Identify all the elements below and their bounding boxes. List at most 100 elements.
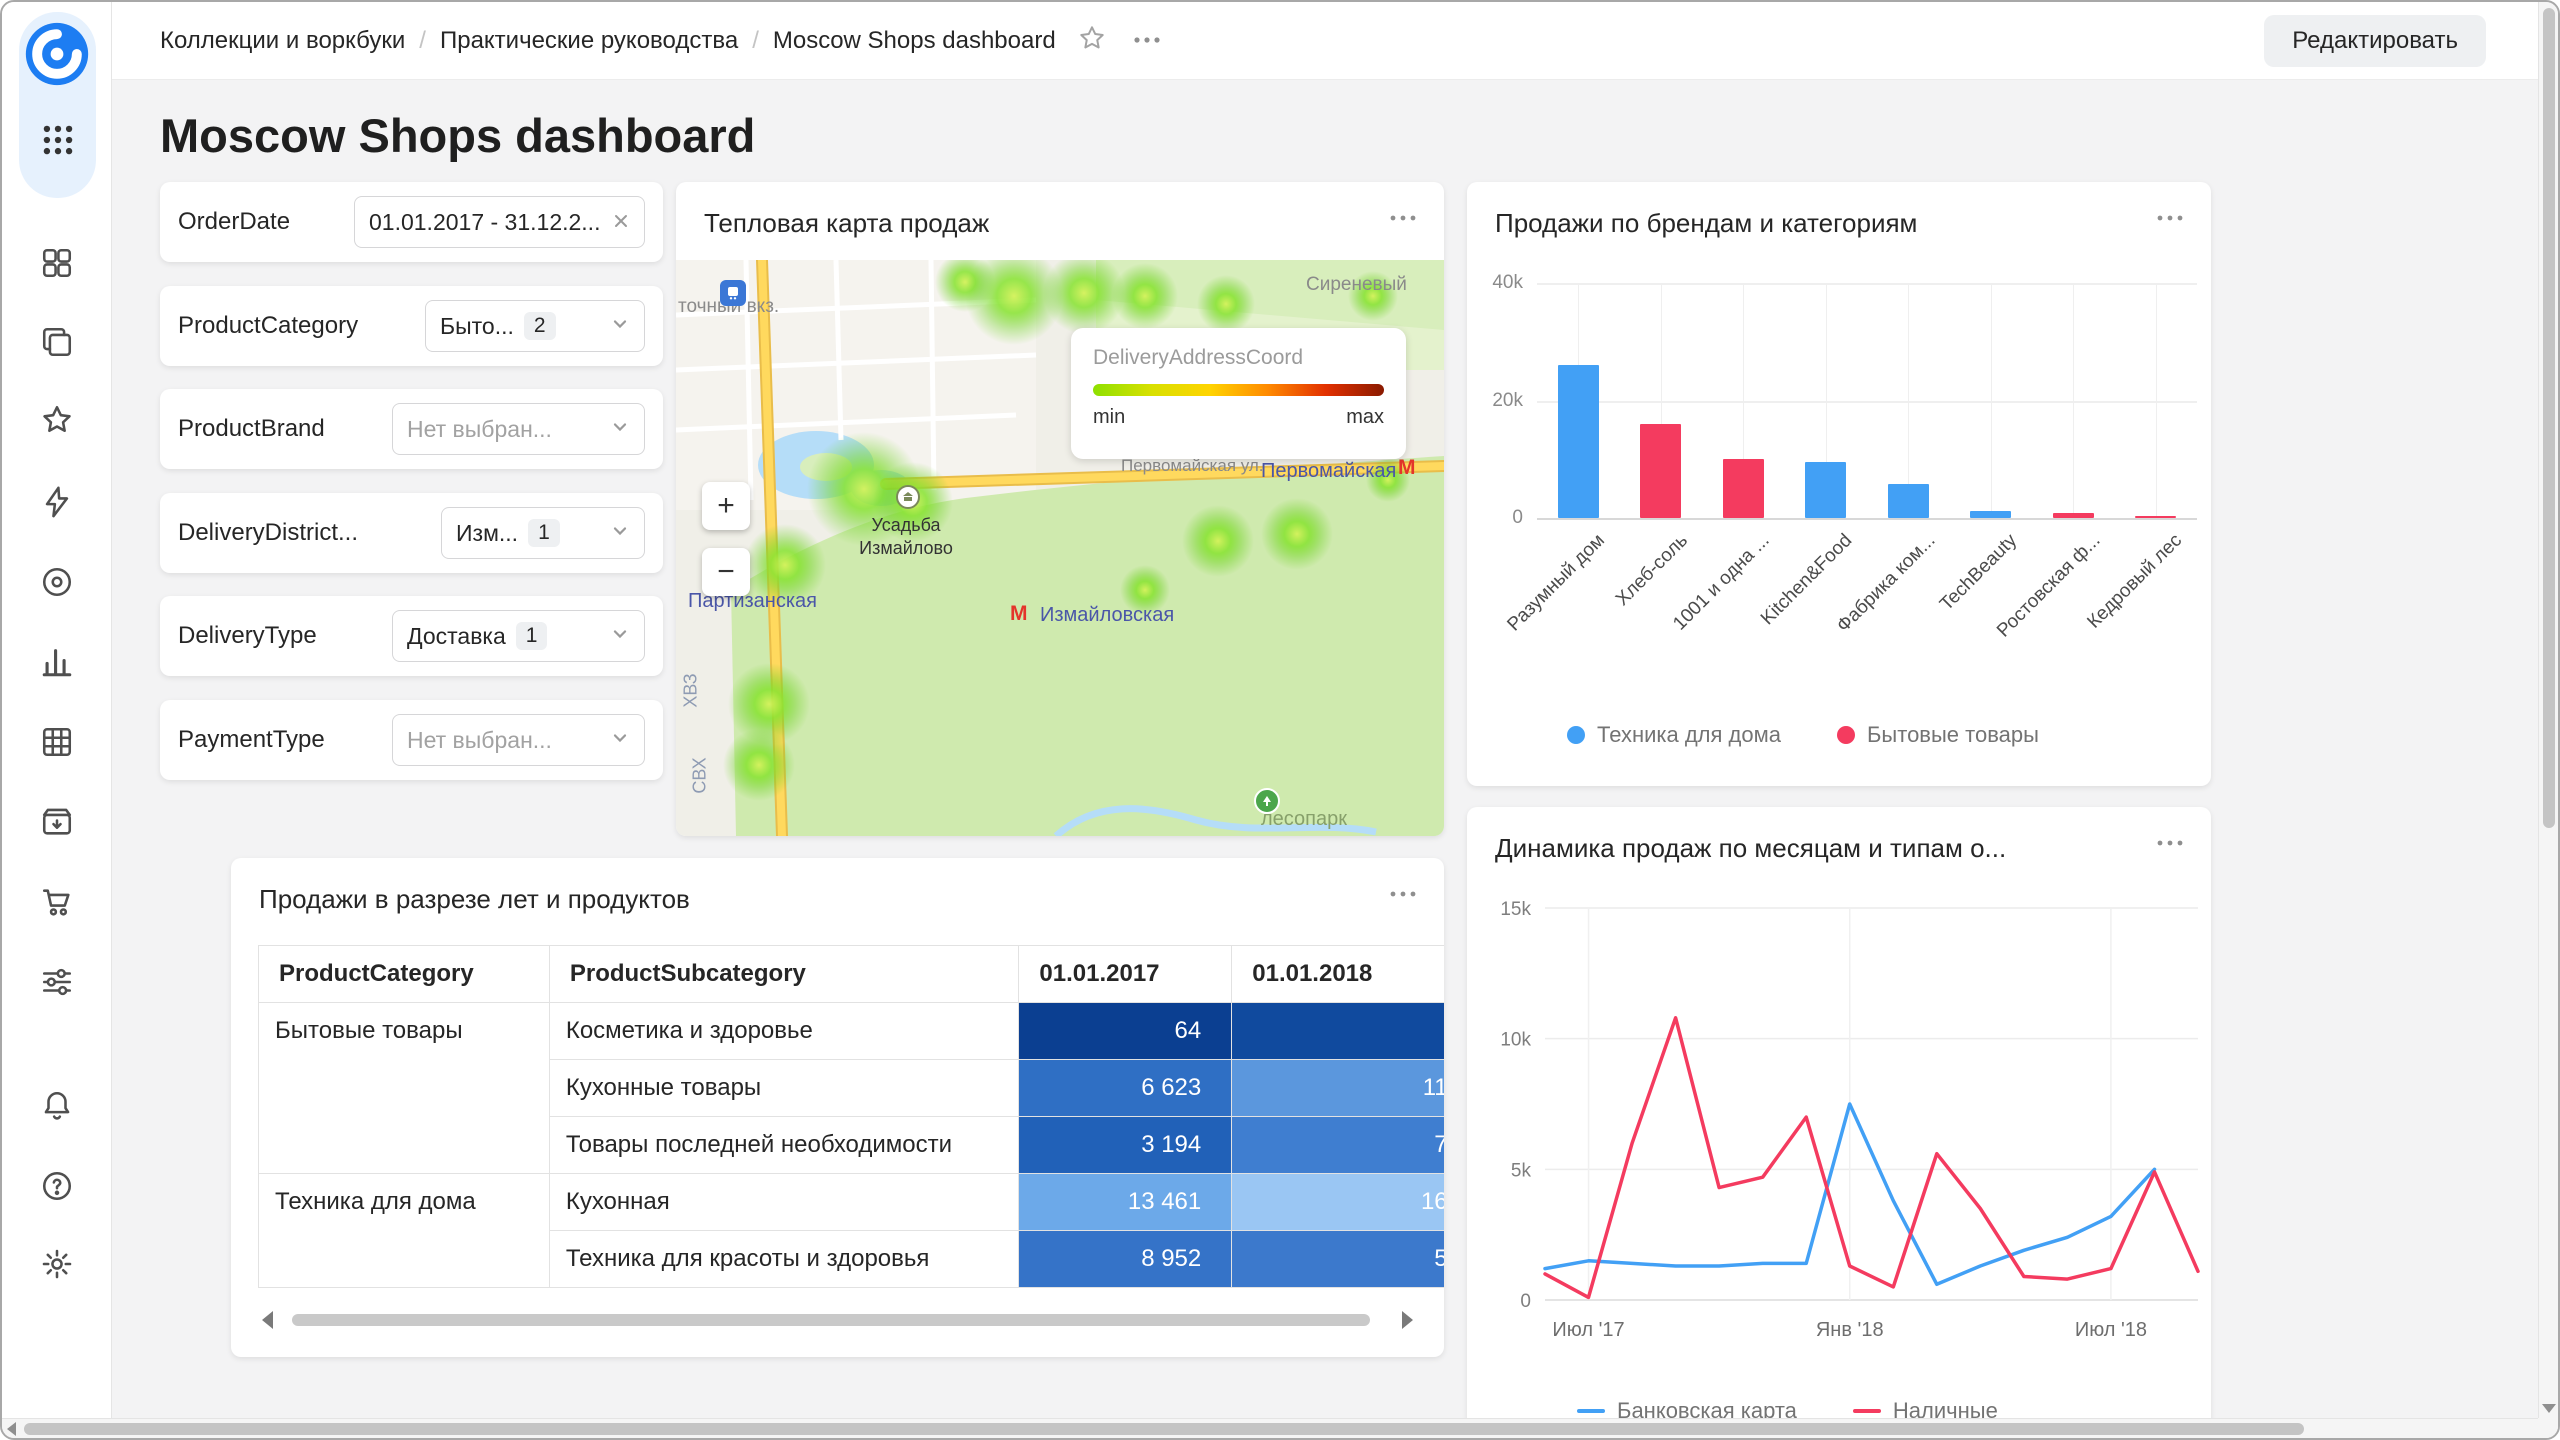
widget-title: Тепловая карта продаж	[704, 208, 990, 238]
table-scrollbar-thumb[interactable]	[292, 1314, 1370, 1326]
app-window: Коллекции и воркбуки / Практические руко…	[0, 0, 2560, 1440]
bar[interactable]	[2052, 512, 2094, 518]
more-menu-icon[interactable]	[1132, 32, 1162, 50]
filter-productcategory: ProductCategory Быто... 2	[160, 286, 663, 366]
zoom-in-button[interactable]: +	[702, 482, 750, 530]
value-cell-2017: 64	[1018, 1002, 1233, 1060]
productbrand-placeholder: Нет выбран...	[407, 415, 552, 442]
apps-grid-button[interactable]	[39, 121, 77, 159]
value-cell-2017: 6 623	[1018, 1059, 1233, 1117]
bar[interactable]	[1640, 424, 1682, 518]
table-icon	[42, 727, 72, 757]
bar[interactable]	[1887, 483, 1929, 518]
sidebar	[2, 2, 112, 1420]
productbrand-select[interactable]: Нет выбран...	[392, 403, 645, 455]
svg-text:Июл '17: Июл '17	[1552, 1319, 1624, 1341]
breadcrumb-current: Moscow Shops dashboard	[772, 26, 1056, 54]
map-label-lesopark: лесопарк	[1261, 808, 1347, 830]
filter-label: DeliveryDistrict...	[178, 519, 359, 546]
orderdate-value: 01.01.2017 - 31.12.2...	[369, 208, 601, 235]
sales-table: ProductCategory ProductSubcategory 01.01.2…	[258, 945, 1444, 1288]
paymenttype-placeholder: Нет выбран...	[407, 726, 552, 753]
bar[interactable]	[1970, 511, 2012, 518]
map-label-usadba: Усадьба Измайлово	[836, 514, 976, 560]
selected-count-badge: 1	[528, 519, 560, 547]
bar[interactable]	[2135, 515, 2177, 518]
sidebar-item-editor[interactable]	[39, 484, 75, 520]
legend-item[interactable]: Техника для дома	[1567, 722, 1781, 748]
legend-min-label: min	[1093, 406, 1126, 428]
sidebar-item-dashboards[interactable]	[39, 245, 75, 281]
breadcrumb-guides[interactable]: Практические руководства	[440, 27, 738, 55]
horizontal-scrollbar-thumb[interactable]	[24, 1423, 2304, 1435]
favorite-star-icon[interactable]	[1078, 24, 1106, 57]
sidebar-item-collections[interactable]	[39, 324, 75, 360]
sidebar-item-storage[interactable]	[39, 804, 75, 840]
filter-paymenttype: PaymentType Нет выбран...	[160, 700, 663, 780]
clear-icon[interactable]	[612, 209, 630, 236]
value-cell-2018: 16 63	[1231, 1173, 1444, 1231]
disc-icon	[42, 567, 72, 597]
map-legend-title: DeliveryAddressCoord	[1093, 346, 1304, 369]
paymenttype-select[interactable]: Нет выбран...	[392, 714, 645, 766]
brand-chart-plot: 0 20k 40k Разумный дом Хлеб-соль 1001 и одна …	[1492, 272, 2197, 642]
scroll-right-arrow[interactable]	[1402, 1311, 1413, 1329]
datalens-logo[interactable]	[23, 20, 91, 88]
deliverydistrict-select[interactable]: Изм... 1	[441, 507, 645, 559]
deliverytype-select[interactable]: Доставка 1	[392, 610, 645, 662]
sidebar-item-charts[interactable]	[39, 644, 75, 680]
page-title: Moscow Shops dashboard	[160, 109, 756, 162]
widget-menu-icon[interactable]	[2155, 210, 2185, 228]
svg-text:Июл '18: Июл '18	[2075, 1319, 2147, 1341]
widget-menu-icon[interactable]	[1388, 210, 1418, 228]
legend-item[interactable]: Бытовые товары	[1836, 722, 2039, 748]
sidebar-item-datasets[interactable]	[39, 564, 75, 600]
scroll-down-arrow[interactable]	[2542, 1404, 2556, 1413]
sidebar-item-settings[interactable]	[39, 1246, 75, 1282]
map-legend: DeliveryAddressCoord min max	[1071, 328, 1406, 459]
vertical-scrollbar-thumb[interactable]	[2543, 8, 2555, 828]
edit-button[interactable]: Редактировать	[2264, 14, 2486, 67]
sidebar-item-services[interactable]	[39, 964, 75, 1000]
legend-item[interactable]: Наличные	[1852, 1398, 1998, 1420]
sidebar-item-notifications[interactable]	[39, 1088, 75, 1124]
chevron-down-icon	[610, 623, 630, 650]
x-tick-label: Разумный дом	[1503, 530, 1610, 636]
table-scrollbar	[258, 1310, 1417, 1330]
dynamics-chart-svg: 0 5k 10k 15k Июл '17 Янв '18 Июл '18	[1500, 899, 2200, 1341]
svg-text:0: 0	[1520, 1291, 1531, 1312]
zoom-out-button[interactable]: −	[702, 548, 750, 596]
chevron-down-icon	[610, 727, 630, 754]
filter-label: OrderDate	[178, 208, 291, 235]
bar[interactable]	[1557, 365, 1599, 518]
table-row: Техника для домаКухонная13 46116 63	[258, 1173, 1444, 1288]
subcategory-cell: Товары последней необходимости	[548, 1116, 1020, 1174]
bar[interactable]	[1722, 459, 1764, 518]
sidebar-item-help[interactable]	[39, 1168, 75, 1204]
filter-label: PaymentType	[178, 726, 325, 753]
scroll-left-arrow[interactable]	[262, 1311, 273, 1329]
value-cell-2017: 3 194	[1018, 1116, 1233, 1174]
map-canvas[interactable]: точный вкз. Сиреневый Первомайская ул. М…	[676, 260, 1444, 836]
sidebar-item-connections[interactable]	[39, 724, 75, 760]
usadba-line2: Измайлово	[859, 538, 953, 558]
map-label-hvz: ХВЗ	[680, 673, 701, 708]
breadcrumb-collections[interactable]: Коллекции и воркбуки	[160, 27, 405, 55]
box-icon	[42, 808, 72, 835]
sidebar-item-favorites[interactable]	[39, 402, 75, 438]
scroll-left-arrow[interactable]	[7, 1422, 16, 1436]
orderdate-input[interactable]: 01.01.2017 - 31.12.2...	[354, 196, 645, 248]
sidebar-item-marketplace[interactable]	[39, 884, 75, 920]
legend-item[interactable]: Банковская карта	[1577, 1398, 1797, 1420]
metro-icon: М	[1010, 602, 1028, 625]
map-label-sireneviy: Сиреневый	[1306, 274, 1407, 295]
productcategory-select[interactable]: Быто... 2	[425, 300, 645, 352]
heatmap-widget: Тепловая карта продаж точный вкз. Сирене…	[676, 182, 1444, 836]
table-header-row: ProductCategory ProductSubcategory 01.01.2…	[258, 945, 1444, 1003]
widget-menu-icon[interactable]	[1388, 886, 1418, 904]
dashboard-body: Moscow Shops dashboard OrderDate 01.01.2…	[112, 80, 2538, 1420]
chevron-down-icon	[610, 520, 630, 547]
bar[interactable]	[1805, 462, 1847, 518]
gridline	[1537, 518, 2197, 520]
dynamics-chart-legend: Банковская карта Наличные	[1577, 1398, 2191, 1420]
